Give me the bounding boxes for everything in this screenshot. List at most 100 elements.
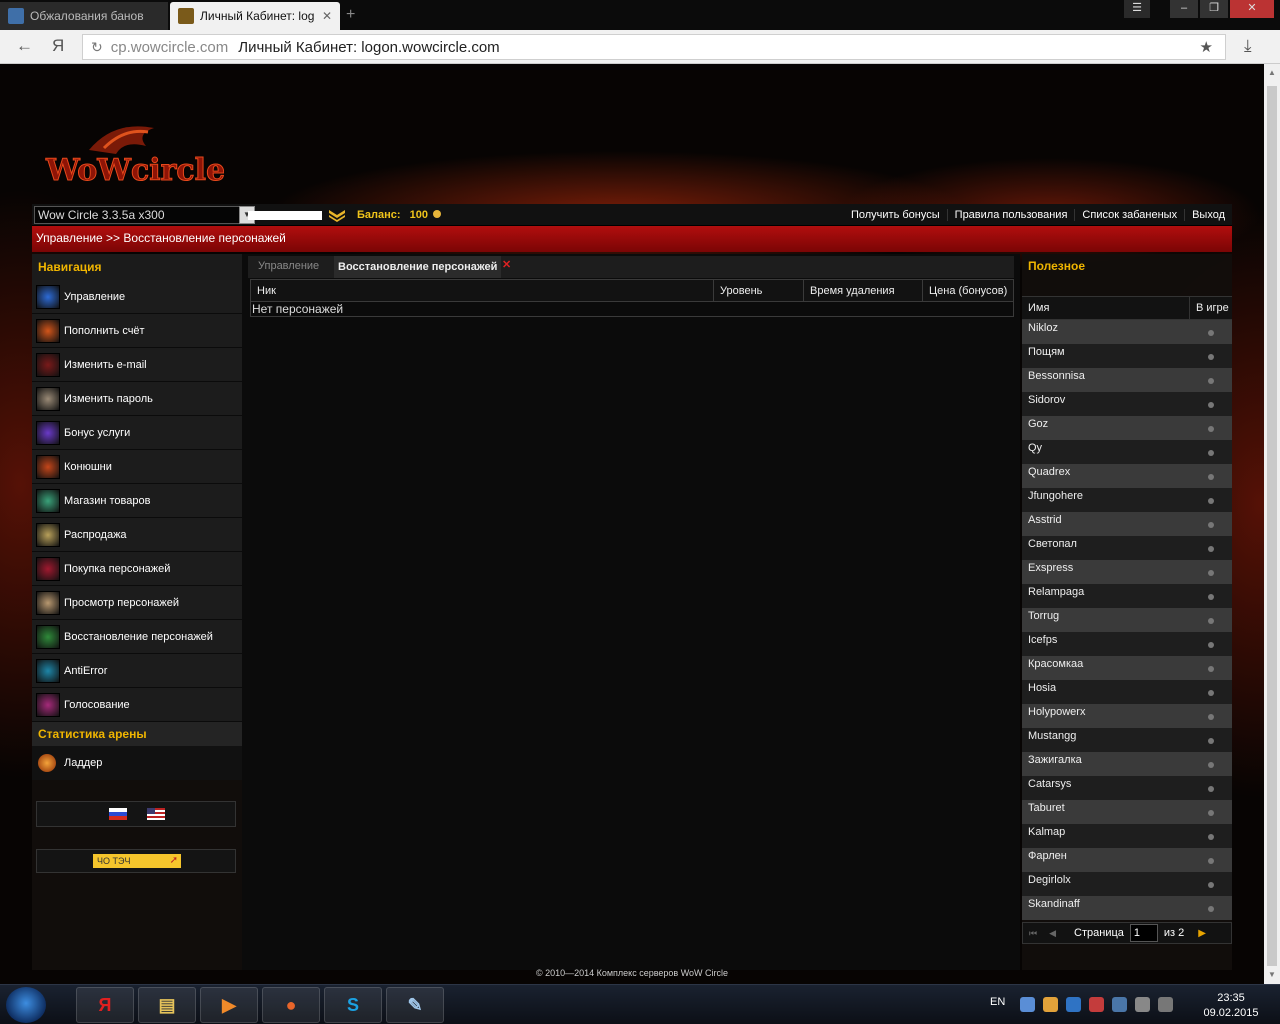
sidebar-item[interactable]: Восстановление персонажей <box>32 620 242 654</box>
sidebar-item[interactable]: Магазин товаров <box>32 484 242 518</box>
player-row: Bessonnisa <box>1022 368 1232 392</box>
yandex-home-icon[interactable]: Я <box>52 36 64 56</box>
tab-manage[interactable]: Управление <box>258 260 319 272</box>
paint-icon[interactable]: ✎ <box>386 987 444 1023</box>
password-icon <box>36 386 60 411</box>
player-name: Светопал <box>1028 538 1077 550</box>
player-row: Красомкаа <box>1022 656 1232 680</box>
browser-tab-cabinet[interactable]: Личный Кабинет: log ✕ <box>170 2 340 30</box>
tray-app-icon[interactable] <box>1043 997 1058 1012</box>
online-status-icon <box>1208 906 1214 912</box>
player-row: Nikloz <box>1022 320 1232 344</box>
player-row: Catarsys <box>1022 776 1232 800</box>
browser-menu-icon[interactable]: ☰ <box>1124 0 1150 18</box>
online-status-icon <box>1208 402 1214 408</box>
yandex-browser-icon[interactable]: Я <box>76 987 134 1023</box>
player-name: Пощям <box>1028 346 1065 358</box>
col-price[interactable]: Цена (бонусов) <box>923 280 1013 302</box>
main-panel: Управление Восстановление персонажей ✕ Н… <box>242 254 1020 970</box>
download-icon[interactable]: ⤓ <box>1244 36 1252 56</box>
arrow-icon: ➚ <box>169 855 178 866</box>
sidebar-item[interactable]: Просмотр персонажей <box>32 586 242 620</box>
pager: ⏮ ◀ Страница 1 из 2 ▶ <box>1022 922 1232 944</box>
clock[interactable]: 23:35 09.02.2015 <box>1196 991 1266 1021</box>
col-deletion-time[interactable]: Время удаления <box>804 280 923 302</box>
sidebar-item[interactable]: Голосование <box>32 688 242 722</box>
ladder-link[interactable]: Ладдер <box>32 746 242 780</box>
network-icon[interactable] <box>1020 997 1035 1012</box>
vote-banner-text: ЧО ТЭЧ <box>97 856 131 866</box>
online-status-icon <box>1208 330 1214 336</box>
minimize-icon[interactable]: – <box>1170 0 1198 18</box>
content-tabs: Управление Восстановление персонажей ✕ <box>248 256 1014 278</box>
media-player-icon[interactable]: ▶ <box>200 987 258 1023</box>
player-name: Relampaga <box>1028 586 1085 598</box>
logout-link[interactable]: Выход <box>1184 209 1232 221</box>
scroll-down-icon[interactable]: ▼ <box>1264 970 1280 979</box>
vote-banner[interactable]: ЧО ТЭЧ ➚ <box>93 854 181 868</box>
page-scrollbar[interactable]: ▲ ▼ <box>1264 64 1280 984</box>
first-page-icon[interactable]: ⏮ <box>1029 928 1037 939</box>
sidebar-item[interactable]: Пополнить счёт <box>32 314 242 348</box>
online-status-icon <box>1208 786 1214 792</box>
sidebar-item[interactable]: Изменить e-mail <box>32 348 242 382</box>
online-status-icon <box>1208 594 1214 600</box>
tray-app-icon[interactable] <box>1089 997 1104 1012</box>
server-select-value: Wow Circle 3.3.5a x300 <box>38 208 165 222</box>
skype-icon[interactable]: S <box>324 987 382 1023</box>
page-input[interactable]: 1 <box>1129 924 1158 942</box>
rules-link[interactable]: Правила пользования <box>946 209 1075 221</box>
sidebar-item[interactable]: Распродажа <box>32 518 242 552</box>
col-level[interactable]: Уровень <box>714 280 804 302</box>
sidebar-item[interactable]: Конюшни <box>32 450 242 484</box>
russian-flag-icon[interactable] <box>109 808 127 820</box>
sidebar-item[interactable]: Бонус услуги <box>32 416 242 450</box>
volume-icon[interactable] <box>1158 997 1173 1012</box>
back-arrow-icon[interactable]: ← <box>16 36 33 56</box>
player-row: Qy <box>1022 440 1232 464</box>
player-name: Torrug <box>1028 610 1060 622</box>
input-language[interactable]: EN <box>990 996 1005 1008</box>
clock-time: 23:35 <box>1217 992 1245 1004</box>
reload-icon[interactable]: ↻ <box>91 39 103 56</box>
col-nick[interactable]: Ник <box>251 280 714 302</box>
sidebar-item[interactable]: Управление <box>32 280 242 314</box>
tray-app-icon[interactable] <box>1066 997 1081 1012</box>
player-name: Красомкаа <box>1028 658 1084 670</box>
maximize-icon[interactable]: ❐ <box>1200 0 1228 18</box>
browser-tab-ban-appeals[interactable]: Обжалования банов <box>0 2 168 30</box>
get-bonuses-link[interactable]: Получить бонусы <box>844 209 947 221</box>
sidebar-item[interactable]: Изменить пароль <box>32 382 242 416</box>
tab-restore-characters[interactable]: Восстановление персонажей <box>334 256 502 278</box>
scroll-up-icon[interactable]: ▲ <box>1264 68 1280 77</box>
firefox-icon[interactable]: ● <box>262 987 320 1023</box>
explorer-icon[interactable]: ▤ <box>138 987 196 1023</box>
vk-icon[interactable] <box>1112 997 1127 1012</box>
window-close-icon[interactable]: ✕ <box>1230 0 1274 18</box>
vote-icon <box>36 692 60 717</box>
bookmark-star-icon[interactable]: ★ <box>1200 38 1213 56</box>
next-page-icon[interactable]: ▶ <box>1198 928 1206 939</box>
tab-close-icon[interactable]: ✕ <box>322 9 332 23</box>
prev-page-icon[interactable]: ◀ <box>1049 928 1056 939</box>
online-status-icon <box>1208 738 1214 744</box>
sidebar-item[interactable]: Покупка персонажей <box>32 552 242 586</box>
us-flag-icon[interactable] <box>147 808 165 820</box>
action-center-icon[interactable] <box>1135 997 1150 1012</box>
online-status-icon <box>1208 762 1214 768</box>
windows-start-icon[interactable] <box>6 987 46 1023</box>
tab-close-icon[interactable]: ✕ <box>502 258 511 271</box>
server-select[interactable]: Wow Circle 3.3.5a x300 ▼ <box>34 206 255 224</box>
manage-icon <box>36 284 60 309</box>
address-bar[interactable]: ↻ cp.wowcircle.com Личный Кабинет: logon… <box>82 34 1226 60</box>
sidebar-item-label: Голосование <box>64 698 130 711</box>
banned-list-link[interactable]: Список забаненых <box>1074 209 1184 221</box>
player-name: Mustangg <box>1028 730 1077 742</box>
scroll-thumb[interactable] <box>1267 86 1277 966</box>
new-tab-icon[interactable]: + <box>346 6 355 24</box>
online-status-icon <box>1208 450 1214 456</box>
sidebar-item[interactable]: AntiError <box>32 654 242 688</box>
url-host: cp.wowcircle.com <box>110 38 229 56</box>
wowcircle-logo[interactable]: WoWcircle <box>44 120 224 190</box>
sidebar-item-label: Покупка персонажей <box>64 562 171 575</box>
